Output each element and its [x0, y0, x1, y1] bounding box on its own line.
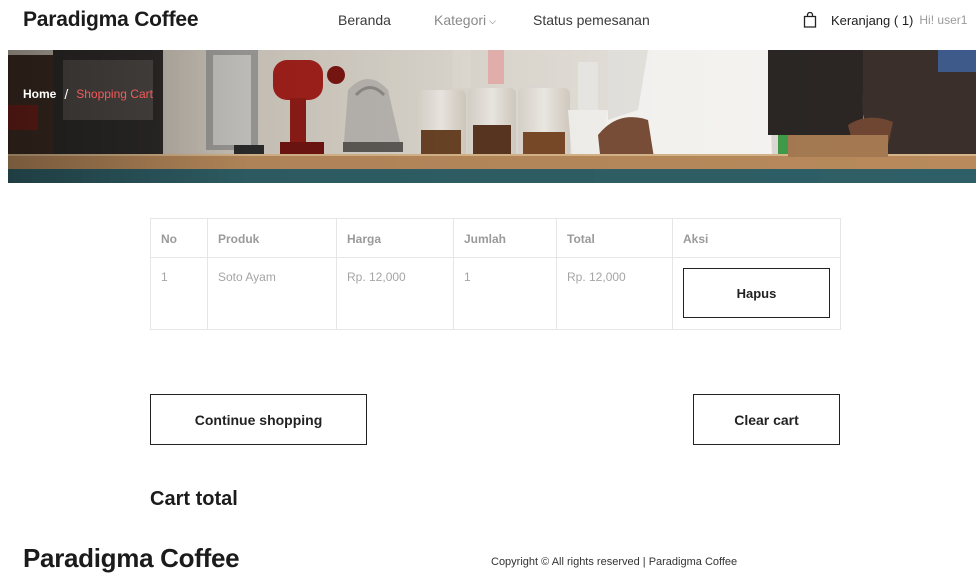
header: Paradigma Coffee Beranda Kategori ⌵ Statu… — [0, 0, 976, 44]
page-banner: Home / Shopping Cart — [8, 50, 976, 183]
header-no: No — [150, 218, 208, 258]
header-produk: Produk — [207, 218, 337, 258]
nav-beranda[interactable]: Beranda — [338, 12, 391, 28]
nav-status-pemesanan[interactable]: Status pemesanan — [533, 12, 650, 28]
cart-total-heading: Cart total — [150, 488, 238, 510]
nav-kategori[interactable]: Kategori ⌵ — [434, 12, 496, 28]
cart-table: No Produk Harga Jumlah Total Aksi 1 Soto… — [150, 218, 841, 330]
cart-area: Keranjang ( 1) Hi! user1 — [803, 12, 967, 28]
nav-kategori-label: Kategori — [434, 12, 487, 28]
copyright-text: Copyright © All rights reserved | Paradi… — [491, 556, 738, 568]
breadcrumb-home[interactable]: Home — [23, 87, 56, 101]
clear-cart-button[interactable]: Clear cart — [693, 394, 840, 445]
cell-jumlah: 1 — [453, 257, 557, 330]
cell-total: Rp. 12,000 — [556, 257, 673, 330]
table-row: 1 Soto Ayam Rp. 12,000 1 Rp. 12,000 Hapu… — [150, 257, 841, 330]
user-greeting[interactable]: Hi! user1 — [919, 13, 967, 27]
cart-link[interactable]: Keranjang ( 1) — [831, 13, 913, 28]
cell-aksi: Hapus — [672, 257, 841, 330]
cell-no: 1 — [150, 257, 208, 330]
cell-harga: Rp. 12,000 — [336, 257, 454, 330]
header-jumlah: Jumlah — [453, 218, 557, 258]
hapus-button[interactable]: Hapus — [683, 268, 830, 318]
header-aksi: Aksi — [672, 218, 841, 258]
header-harga: Harga — [336, 218, 454, 258]
footer-brand: Paradigma Coffee — [23, 543, 240, 573]
continue-shopping-button[interactable]: Continue shopping — [150, 394, 367, 445]
breadcrumb-current: Shopping Cart — [76, 87, 153, 101]
breadcrumb: Home / Shopping Cart — [23, 86, 153, 102]
banner-coffee-bar-image — [8, 50, 976, 183]
header-total: Total — [556, 218, 673, 258]
brand-logo[interactable]: Paradigma Coffee — [23, 8, 199, 32]
cell-produk: Soto Ayam — [207, 257, 337, 330]
table-header-row: No Produk Harga Jumlah Total Aksi — [150, 218, 841, 258]
shopping-bag-icon[interactable] — [803, 12, 817, 28]
chevron-down-icon: ⌵ — [489, 16, 496, 26]
breadcrumb-separator: / — [64, 86, 69, 102]
